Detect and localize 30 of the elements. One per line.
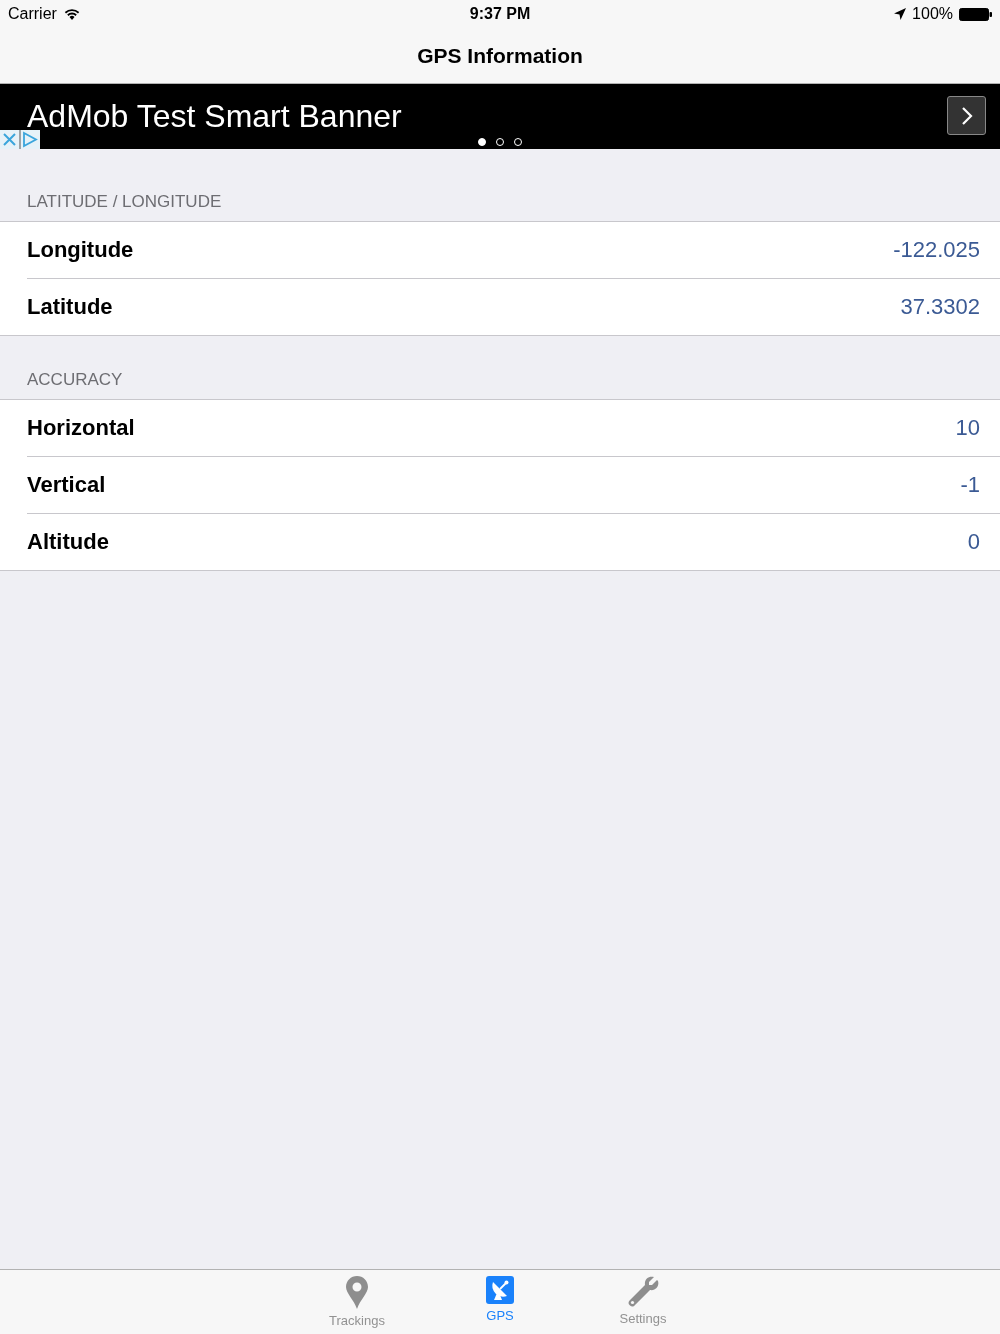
location-arrow-icon bbox=[894, 8, 907, 20]
ad-arrow-button[interactable] bbox=[947, 96, 986, 135]
row-value: -122.025 bbox=[893, 237, 980, 263]
row-value: -1 bbox=[960, 472, 980, 498]
chevron-right-icon bbox=[960, 105, 973, 126]
row-label: Vertical bbox=[27, 472, 106, 498]
section-header: ACCURACY bbox=[27, 370, 123, 390]
tab-item[interactable]: Trackings bbox=[285, 1270, 429, 1334]
carrier-name: Carrier bbox=[8, 5, 57, 23]
battery-percentage: 100% bbox=[912, 5, 953, 23]
status-time: 9:37 PM bbox=[469, 5, 531, 23]
wifi-icon bbox=[63, 8, 80, 20]
satellite-dish-icon bbox=[486, 1276, 514, 1304]
tab-item[interactable]: Settings bbox=[571, 1270, 715, 1334]
battery-icon bbox=[959, 7, 992, 21]
map-pin-icon bbox=[346, 1276, 368, 1309]
nav-title: GPS Information bbox=[417, 43, 583, 68]
row-value: 0 bbox=[967, 529, 980, 555]
wrench-icon bbox=[627, 1276, 659, 1307]
row-label: Longitude bbox=[27, 237, 134, 263]
ad-text: AdMob Test Smart Banner bbox=[27, 99, 402, 133]
row-value: 37.3302 bbox=[900, 294, 980, 320]
row-label: Altitude bbox=[27, 529, 109, 555]
row-label: Horizontal bbox=[27, 415, 135, 441]
ad-banner[interactable]: AdMob Test Smart Banner bbox=[0, 84, 1000, 149]
tab-item[interactable]: GPS bbox=[428, 1270, 572, 1334]
row-label: Latitude bbox=[27, 294, 113, 320]
row-value: 10 bbox=[955, 415, 980, 441]
section-header: LATITUDE / LONGITUDE bbox=[27, 192, 222, 212]
page-indicator-dot[interactable] bbox=[478, 138, 486, 146]
